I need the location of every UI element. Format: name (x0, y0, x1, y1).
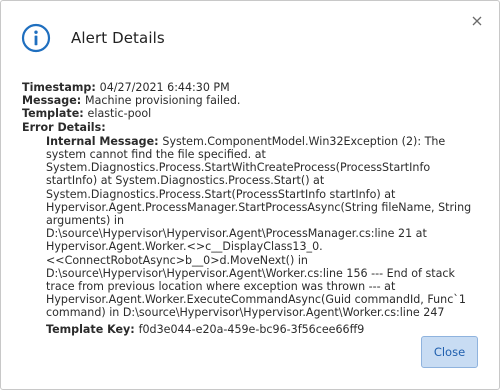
template-value: elastic-pool (87, 107, 152, 121)
message-row: Message: Machine provisioning failed. (22, 94, 241, 108)
info-icon (21, 23, 51, 53)
close-button[interactable]: Close (421, 336, 478, 368)
template-label: Template (22, 107, 80, 121)
template-key-label: Template Key (46, 322, 131, 336)
template-row: Template: elastic-pool (22, 107, 152, 121)
dialog-title: Alert Details (71, 29, 165, 47)
error-details-label: Error Details: (22, 120, 106, 134)
timestamp-value: 04/27/2021 6:44:30 PM (99, 81, 230, 94)
dialog-header: Alert Details (21, 23, 165, 53)
template-key-value: f0d3e044-e20a-459e-bc96-3f56cee66ff9 (138, 322, 365, 336)
alert-details-dialog: Alert Details Timestamp: 04/27/2021 6:44… (0, 0, 500, 390)
close-icon[interactable] (471, 15, 483, 27)
timestamp-row: Timestamp: 04/27/2021 6:44:30 PM (22, 81, 230, 94)
template-key-row: Template Key: f0d3e044-e20a-459e-bc96-3f… (46, 322, 365, 336)
internal-message: Internal Message: System.ComponentModel.… (46, 134, 472, 320)
error-details-row: Error Details: (22, 121, 479, 134)
internal-message-value: System.ComponentModel.Win32Exception (2)… (46, 134, 472, 320)
internal-message-label: Internal Message (46, 134, 155, 148)
message-label: Message (22, 94, 77, 108)
alert-details-body: Timestamp: 04/27/2021 6:44:30 PM Message… (22, 81, 479, 336)
timestamp-label: Timestamp (22, 81, 92, 94)
message-value: Machine provisioning failed. (85, 94, 241, 108)
